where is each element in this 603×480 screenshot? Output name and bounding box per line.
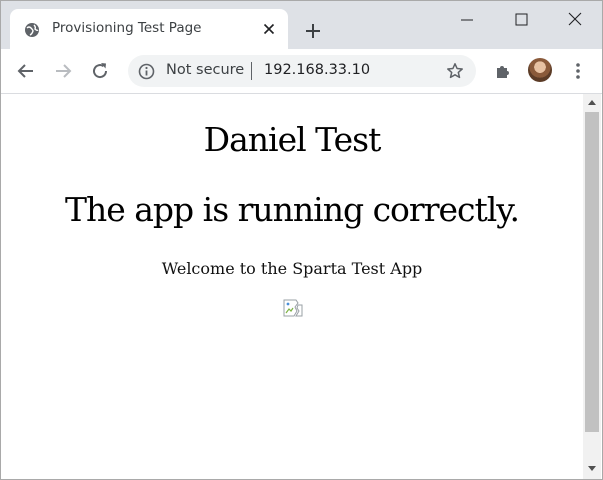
arrow-right-icon[interactable]	[53, 61, 73, 81]
window-close-icon[interactable]	[563, 9, 587, 31]
page-content: Daniel Test The app is running correctly…	[1, 94, 583, 479]
kebab-menu-icon[interactable]	[568, 61, 588, 81]
broken-image-icon	[283, 299, 303, 317]
browser-window: Provisioning Test Page Not secure 192.16…	[0, 0, 603, 480]
tab-title: Provisioning Test Page	[52, 20, 202, 36]
scroll-down-icon[interactable]	[587, 465, 597, 473]
minimize-icon[interactable]	[455, 9, 479, 31]
security-label[interactable]: Not secure	[166, 62, 244, 78]
address-bar[interactable]: Not secure 192.168.33.10	[128, 55, 476, 87]
maximize-icon[interactable]	[509, 9, 533, 31]
browser-tab[interactable]: Provisioning Test Page	[10, 9, 288, 49]
close-icon[interactable]	[261, 21, 277, 37]
reload-icon[interactable]	[90, 61, 110, 81]
profile-avatar[interactable]	[528, 58, 552, 82]
globe-icon	[25, 23, 39, 37]
vertical-scrollbar[interactable]	[583, 94, 601, 479]
page-heading-name: Daniel Test	[203, 120, 382, 159]
omnibox-divider	[251, 62, 252, 80]
tab-strip: Provisioning Test Page	[1, 1, 602, 49]
info-icon[interactable]	[138, 63, 155, 80]
page-heading-status: The app is running correctly.	[64, 190, 520, 229]
plus-icon[interactable]	[303, 21, 323, 41]
welcome-text: Welcome to the Sparta Test App	[161, 259, 423, 278]
puzzle-icon[interactable]	[493, 61, 513, 81]
star-icon[interactable]	[446, 62, 464, 80]
arrow-left-icon[interactable]	[16, 61, 36, 81]
scrollbar-thumb[interactable]	[585, 112, 599, 432]
scroll-up-icon[interactable]	[587, 98, 597, 106]
url-text[interactable]: 192.168.33.10	[264, 62, 370, 78]
browser-toolbar: Not secure 192.168.33.10	[1, 49, 602, 94]
